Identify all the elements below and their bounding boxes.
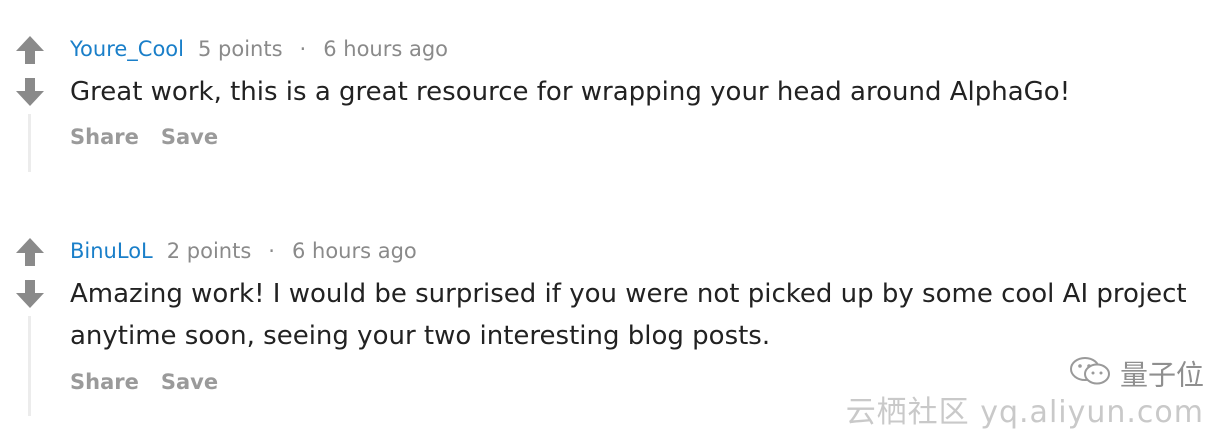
watermark: 量子位 云栖社区 yq.aliyun.com (846, 354, 1204, 432)
comment: Youre_Cool 5 points · 6 hours ago Great wor… (0, 0, 1218, 200)
comment-points: 2 points (166, 239, 252, 263)
comment-timestamp: 6 hours ago (323, 37, 449, 61)
thread-collapse-line[interactable] (28, 316, 31, 416)
comment-meta: Youre_Cool 5 points · 6 hours ago (70, 34, 448, 64)
comment-actions: Share Save (70, 367, 240, 397)
comment-body: Amazing work! I would be surprised if yo… (70, 279, 1187, 351)
upvote-arrow-icon[interactable] (14, 34, 46, 66)
share-button[interactable]: Share (70, 370, 139, 394)
comment-points: 5 points (197, 37, 283, 61)
save-button[interactable]: Save (161, 125, 218, 149)
comment-timestamp: 6 hours ago (291, 239, 417, 263)
save-button[interactable]: Save (161, 370, 218, 394)
wechat-logo-icon (1068, 354, 1112, 399)
downvote-arrow-icon[interactable] (14, 278, 46, 310)
meta-separator: · (268, 239, 275, 263)
share-button[interactable]: Share (70, 125, 139, 149)
comment-author-link[interactable]: Youre_Cool (70, 37, 184, 61)
downvote-arrow-icon[interactable] (14, 76, 46, 108)
watermark-brand: 量子位 (1119, 358, 1204, 392)
thread-collapse-line[interactable] (28, 114, 31, 172)
watermark-site: 云栖社区 yq.aliyun.com (845, 395, 1204, 430)
upvote-arrow-icon[interactable] (14, 236, 46, 268)
comment-actions: Share Save (70, 122, 240, 152)
comment-body: Great work, this is a great resource for… (70, 77, 1071, 107)
meta-separator: · (299, 37, 307, 61)
comment-meta: BinuLoL 2 points · 6 hours ago (70, 236, 417, 266)
comment-author-link[interactable]: BinuLoL (70, 239, 153, 263)
watermark-brand-row: 量子位 (846, 354, 1204, 394)
